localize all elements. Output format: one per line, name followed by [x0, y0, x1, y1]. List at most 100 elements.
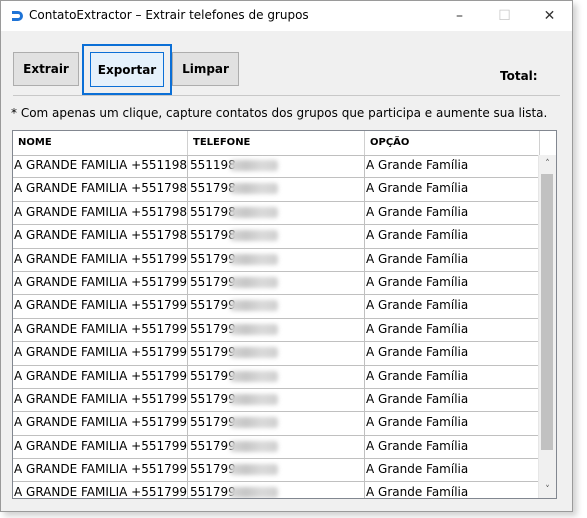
cell-opcao: A Grande Família: [365, 295, 540, 318]
table-row[interactable]: A GRANDE FAMILIA +5517996... 551799 A Gran…: [13, 388, 540, 413]
telefone-text: 551799: [190, 462, 236, 477]
cell-opcao: A Grande Família: [365, 201, 540, 225]
cell-telefone: 551799: [188, 482, 365, 499]
cell-telefone: 551798: [188, 201, 365, 225]
scroll-thumb[interactable]: [541, 174, 553, 450]
cell-opcao: A Grande Família: [365, 318, 540, 342]
cell-opcao: A Grande Família: [365, 435, 540, 459]
cell-opcao: A Grande Família: [365, 388, 540, 412]
extrair-button[interactable]: Extrair: [13, 52, 79, 86]
cell-nome: A GRANDE FAMILIA +5517981...: [13, 201, 188, 225]
cell-telefone: 551798: [188, 178, 365, 201]
limpar-button[interactable]: Limpar: [172, 52, 239, 86]
telefone-text: 551799: [190, 251, 236, 266]
scroll-up-icon[interactable]: ˄: [539, 155, 556, 172]
cell-nome: A GRANDE FAMILIA +5511985...: [13, 155, 188, 178]
telefone-text: 551798: [190, 204, 236, 219]
table-row[interactable]: A GRANDE FAMILIA +5517996... 551799 A Gran…: [13, 295, 540, 319]
table-row[interactable]: A GRANDE FAMILIA +5511985... 551198 A Gran…: [13, 155, 540, 179]
redacted-number: [230, 393, 278, 405]
table-row[interactable]: A GRANDE FAMILIA +5517992... 551799 A Gran…: [13, 248, 540, 272]
telefone-text: 551799: [190, 391, 236, 406]
table-row[interactable]: A GRANDE FAMILIA +5517997... 551799 A Gran…: [13, 482, 540, 499]
redacted-number: [230, 323, 278, 335]
cell-opcao: A Grande Família: [365, 155, 540, 178]
redacted-number: [230, 183, 278, 195]
contacts-grid[interactable]: NOME TELEFONE OPÇÃO A GRANDE FAMILIA +55…: [12, 130, 557, 499]
cell-telefone: 551799: [188, 435, 365, 459]
cell-nome: A GRANDE FAMILIA +5517992...: [13, 248, 188, 271]
redacted-number: [230, 230, 278, 242]
grid-body: A GRANDE FAMILIA +5511985... 551198 A Gran…: [13, 155, 540, 499]
telefone-text: 551198: [190, 158, 236, 172]
table-row[interactable]: A GRANDE FAMILIA +5517996... 551799 A Gran…: [13, 412, 540, 436]
cell-nome: A GRANDE FAMILIA +5517996...: [13, 318, 188, 342]
telefone-text: 551798: [190, 228, 236, 243]
cell-opcao: A Grande Família: [365, 459, 540, 482]
cell-nome: A GRANDE FAMILIA +5517981...: [13, 225, 188, 248]
redacted-number: [230, 253, 278, 265]
table-row[interactable]: A GRANDE FAMILIA +5517996... 551799 A Gran…: [13, 459, 540, 483]
exportar-button[interactable]: Exportar: [82, 44, 172, 95]
redacted-number: [230, 417, 278, 429]
redacted-number: [230, 206, 278, 218]
cell-opcao: A Grande Família: [365, 342, 540, 365]
table-row[interactable]: A GRANDE FAMILIA +5517981... 551798 A Gran…: [13, 225, 540, 249]
table-row[interactable]: A GRANDE FAMILIA +5517996... 551799 A Gran…: [13, 365, 540, 389]
cell-opcao: A Grande Família: [365, 365, 540, 388]
cell-opcao: A Grande Família: [365, 412, 540, 435]
header-telefone[interactable]: TELEFONE: [188, 131, 365, 155]
cell-nome: A GRANDE FAMILIA +5517981...: [13, 178, 188, 201]
cell-nome: A GRANDE FAMILIA +5517996...: [13, 459, 188, 482]
header-opcao[interactable]: OPÇÃO: [365, 131, 540, 155]
redacted-number: [230, 160, 278, 171]
telefone-text: 551799: [190, 298, 236, 313]
cell-nome: A GRANDE FAMILIA +5517996...: [13, 342, 188, 365]
cell-telefone: 551799: [188, 295, 365, 318]
cell-telefone: 551198: [188, 155, 365, 178]
maximize-button[interactable]: ☐: [482, 1, 527, 31]
telefone-text: 551799: [190, 274, 236, 289]
cell-telefone: 551799: [188, 248, 365, 271]
telefone-text: 551799: [190, 415, 236, 430]
table-row[interactable]: A GRANDE FAMILIA +5517996... 551799 A Gran…: [13, 435, 540, 460]
info-text: * Com apenas um clique, capture contatos…: [11, 106, 548, 120]
cell-telefone: 551799: [188, 459, 365, 482]
redacted-number: [230, 300, 278, 312]
scroll-down-icon[interactable]: ˅: [539, 481, 556, 498]
cell-opcao: A Grande Família: [365, 271, 540, 295]
exportar-button-label: Exportar: [90, 52, 164, 87]
cell-telefone: 551799: [188, 271, 365, 295]
app-window: ContatoExtractor – Extrair telefones de …: [0, 0, 573, 512]
telefone-text: 551799: [190, 368, 236, 383]
vertical-scrollbar[interactable]: ˄ ˅: [538, 155, 556, 498]
redacted-number: [230, 276, 278, 288]
grid-header: NOME TELEFONE OPÇÃO: [13, 131, 540, 156]
header-nome[interactable]: NOME: [13, 131, 188, 155]
table-row[interactable]: A GRANDE FAMILIA +5517992... 551799 A Gran…: [13, 271, 540, 296]
title-bar[interactable]: ContatoExtractor – Extrair telefones de …: [1, 1, 572, 31]
close-button[interactable]: ✕: [527, 1, 572, 31]
redacted-number: [230, 487, 278, 498]
cell-opcao: A Grande Família: [365, 482, 540, 498]
table-row[interactable]: A GRANDE FAMILIA +5517996... 551799 A Gran…: [13, 342, 540, 366]
redacted-number: [230, 347, 278, 359]
cell-telefone: 551798: [188, 225, 365, 248]
cell-nome: A GRANDE FAMILIA +5517996...: [13, 365, 188, 388]
cell-opcao: A Grande Família: [365, 178, 540, 201]
divider: [13, 95, 560, 96]
table-row[interactable]: A GRANDE FAMILIA +5517981... 551798 A Gran…: [13, 178, 540, 202]
redacted-number: [230, 370, 278, 382]
telefone-text: 551799: [190, 438, 236, 453]
table-row[interactable]: A GRANDE FAMILIA +5517996... 551799 A Gran…: [13, 318, 540, 343]
cell-nome: A GRANDE FAMILIA +5517997...: [13, 482, 188, 498]
minimize-button[interactable]: –: [437, 1, 482, 31]
telefone-text: 551798: [190, 181, 236, 196]
cell-nome: A GRANDE FAMILIA +5517996...: [13, 412, 188, 435]
table-row[interactable]: A GRANDE FAMILIA +5517981... 551798 A Gran…: [13, 201, 540, 226]
cell-telefone: 551799: [188, 388, 365, 412]
cell-nome: A GRANDE FAMILIA +5517996...: [13, 388, 188, 412]
app-logo-icon: [12, 11, 23, 21]
cell-opcao: A Grande Família: [365, 225, 540, 248]
telefone-text: 551799: [190, 485, 236, 499]
